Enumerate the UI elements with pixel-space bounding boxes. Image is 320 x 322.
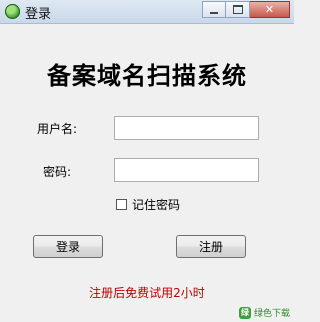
maximize-icon [232,5,243,14]
close-icon: ✕ [264,3,275,16]
close-button[interactable]: ✕ [250,1,290,18]
window-controls: ✕ [202,1,290,19]
password-input[interactable] [114,158,259,182]
username-input[interactable] [114,116,259,140]
trial-notice: 注册后免费试用2小时 [89,286,205,300]
remember-password-option[interactable]: 记住密码 [116,196,180,213]
login-button[interactable]: 登录 [33,235,103,258]
page-title: 备案域名扫描系统 [47,61,247,90]
app-icon [5,4,20,19]
watermark-logo-icon: 绿 [238,306,251,319]
minimize-button[interactable] [202,1,226,18]
watermark-text: 绿色下载 [253,309,290,319]
login-window: 登录 ✕ 备案域名扫描系统 用户名: 密码: 记住密码 登录 注册 注册后免费试… [0,0,294,322]
password-label: 密码: [43,165,72,179]
register-button[interactable]: 注册 [176,235,246,258]
minimize-icon [210,11,218,14]
maximize-button[interactable] [226,1,250,18]
watermark: 绿 绿色下载 [238,306,290,319]
remember-password-label: 记住密码 [132,198,181,212]
window-title: 登录 [25,7,52,22]
title-bar[interactable]: 登录 ✕ [0,0,294,24]
remember-password-checkbox[interactable] [116,199,127,210]
username-label: 用户名: [37,122,78,136]
